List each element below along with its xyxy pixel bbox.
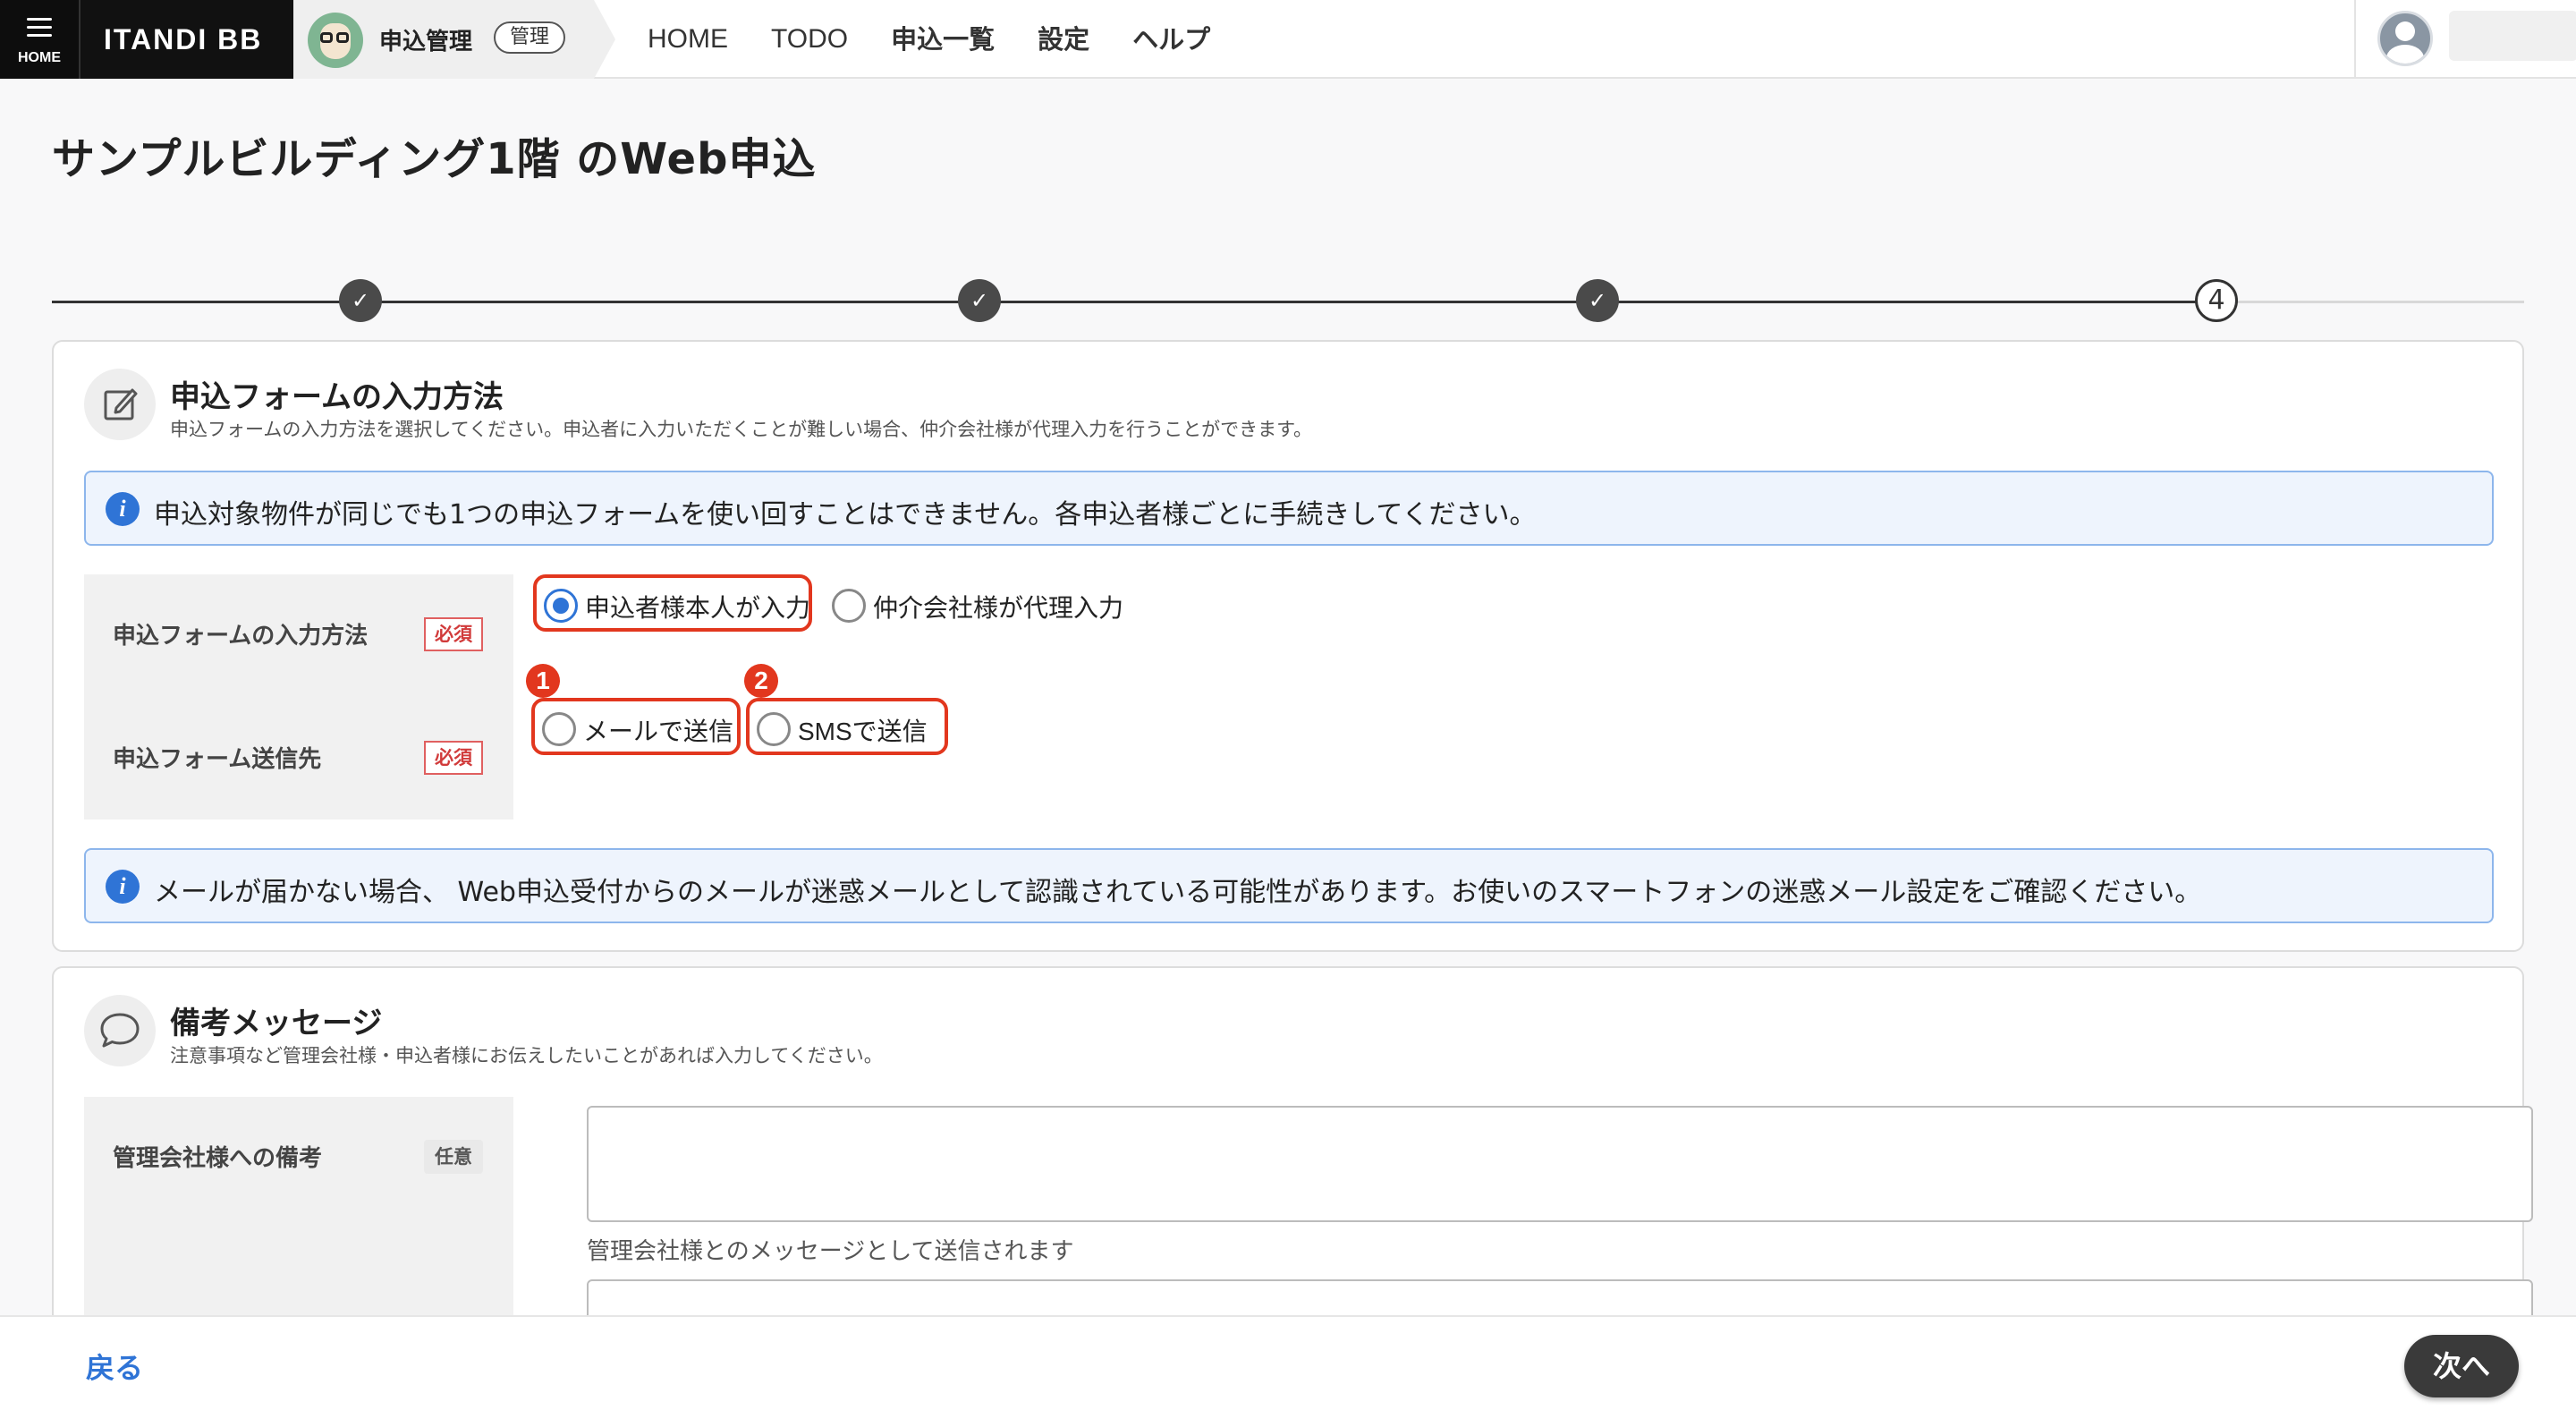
- user-menu[interactable]: [2354, 0, 2576, 79]
- optional-badge: 任意: [424, 1140, 483, 1174]
- radio-label: 仲介会社様が代理入力: [873, 593, 1124, 623]
- radio-unchecked-icon: [757, 712, 791, 746]
- progress-stepper: ✓ 契約形態選択 ✓ 保証会社プラン選択 ✓ 担当者情報を登録 4 申込フォーム…: [52, 222, 2524, 362]
- card-subtitle: 注意事項など管理会社様・申込者様にお伝えしたいことがあれば入力してください。: [170, 1045, 883, 1066]
- radio-checked-icon: [544, 589, 578, 623]
- required-badge: 必須: [424, 617, 483, 651]
- radio-label: メールで送信: [583, 717, 734, 746]
- app-switcher[interactable]: 申込管理 管理: [293, 0, 615, 79]
- app-name: 申込管理: [379, 29, 473, 55]
- field-label-panel: 申込フォームの入力方法 必須 申込フォーム送信先 必須: [84, 574, 513, 820]
- radio-label: SMSで送信: [798, 718, 928, 745]
- mascot-avatar-icon: [308, 13, 363, 68]
- check-icon: ✓: [1576, 279, 1619, 322]
- method-field-label: 申込フォームの入力方法: [113, 623, 369, 650]
- field-label-panel: 管理会社様への備考 任意: [84, 1097, 513, 1315]
- card-subtitle: 申込フォームの入力方法を選択してください。申込者に入力いただくことが難しい場合、…: [170, 419, 1313, 440]
- radio-unchecked-icon: [542, 712, 576, 746]
- required-badge: 必須: [424, 741, 483, 775]
- alert-text: メールが届かない場合、 Web申込受付からのメールが迷惑メールとして認識されてい…: [154, 877, 2202, 908]
- remarks-field-label: 管理会社様への備考: [113, 1145, 323, 1172]
- card-title: 申込フォームの入力方法: [170, 379, 504, 415]
- radio-send-sms[interactable]: SMSで送信: [746, 698, 948, 755]
- radio-agent-input[interactable]: 仲介会社様が代理入力: [825, 578, 1129, 635]
- brand-logo[interactable]: ITANDI BB: [79, 0, 293, 79]
- step-number: 4: [2195, 279, 2238, 322]
- info-icon: i: [106, 870, 140, 904]
- annotation-marker-1: 1: [526, 664, 560, 698]
- menu-label: HOME: [18, 50, 61, 65]
- radio-label: 申込者様本人が入力: [585, 593, 811, 623]
- destination-field-label: 申込フォーム送信先: [113, 746, 322, 773]
- speech-bubble-icon: [84, 995, 156, 1066]
- main-content: サンプルビルディング1階 のWeb申込 ✓ 契約形態選択 ✓ 保証会社プラン選択…: [0, 79, 2576, 1315]
- nav-home[interactable]: HOME: [626, 0, 750, 79]
- app-badge: 管理: [494, 21, 566, 54]
- user-name-placeholder: [2449, 11, 2576, 61]
- nav-todo[interactable]: TODO: [750, 0, 869, 79]
- radio-send-email[interactable]: メールで送信: [531, 698, 741, 755]
- info-alert: i 申込対象物件が同じでも1つの申込フォームを使い回すことはできません。各申込者…: [84, 471, 2494, 546]
- annotation-marker-2: 2: [744, 664, 778, 698]
- edit-icon: [84, 369, 156, 440]
- remarks-textarea[interactable]: [587, 1106, 2533, 1222]
- remarks-card: 備考メッセージ 注意事項など管理会社様・申込者様にお伝えしたいことがあれば入力し…: [52, 966, 2533, 1315]
- nav-help[interactable]: ヘルプ: [1111, 0, 1232, 79]
- radio-unchecked-icon: [832, 589, 866, 623]
- menu-button[interactable]: HOME: [0, 0, 79, 79]
- second-textarea[interactable]: [587, 1279, 2533, 1315]
- alert-text: 申込対象物件が同じでも1つの申込フォームを使い回すことはできません。各申込者様ご…: [154, 499, 1537, 531]
- nav-settings[interactable]: 設定: [1016, 0, 1111, 79]
- main-nav: HOME TODO 申込一覧 設定 ヘルプ: [626, 0, 1232, 79]
- hamburger-icon: [27, 18, 52, 42]
- back-link[interactable]: 戻る: [86, 1346, 143, 1387]
- footer-bar: 戻る 次へ: [0, 1315, 2576, 1410]
- info-alert-email: i メールが届かない場合、 Web申込受付からのメールが迷惑メールとして認識され…: [84, 848, 2494, 923]
- page-title: サンプルビルディング1階 のWeb申込: [52, 134, 817, 184]
- card-title: 備考メッセージ: [170, 1006, 383, 1041]
- top-header: HOME ITANDI BB 申込管理 管理 HOME TODO 申込一覧 設定…: [0, 0, 2576, 79]
- check-icon: ✓: [958, 279, 1001, 322]
- radio-self-input[interactable]: 申込者様本人が入力: [533, 574, 812, 632]
- nav-applications[interactable]: 申込一覧: [869, 0, 1016, 79]
- textarea-hint: 管理会社様とのメッセージとして送信されます: [587, 1238, 1074, 1265]
- check-icon: ✓: [339, 279, 382, 322]
- info-icon: i: [106, 492, 140, 526]
- user-avatar-icon: [2377, 11, 2433, 66]
- form-method-card: 申込フォームの入力方法 申込フォームの入力方法を選択してください。申込者に入力い…: [52, 340, 2524, 952]
- next-button[interactable]: 次へ: [2404, 1335, 2519, 1397]
